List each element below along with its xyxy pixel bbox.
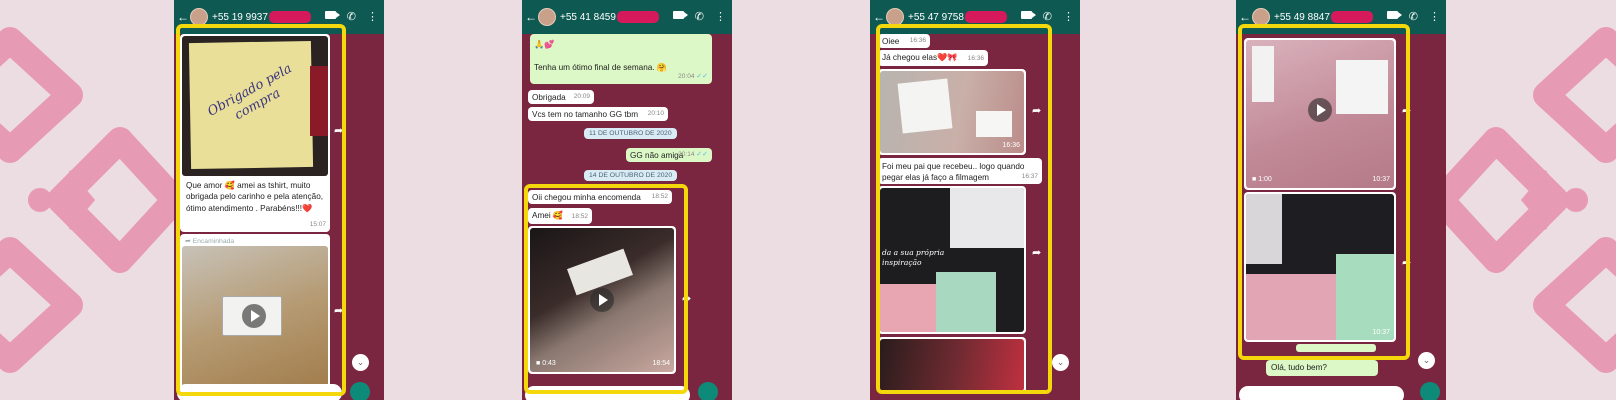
back-arrow-icon[interactable]: ← [176, 10, 190, 24]
video-call-icon[interactable] [1020, 11, 1036, 19]
mic-button[interactable] [350, 382, 370, 400]
back-arrow-icon[interactable]: ← [524, 10, 538, 24]
outgoing-message[interactable]: GG não amiga 20:14 ✓✓ [626, 148, 712, 162]
scroll-down-button[interactable]: ⌄ [1418, 352, 1435, 369]
date-separator: 11 DE OUTUBRO DE 2020 [584, 128, 677, 139]
highlight-frame [176, 24, 346, 396]
more-options-icon[interactable]: ⋮ [1429, 10, 1440, 23]
more-options-icon[interactable]: ⋮ [367, 10, 378, 23]
redaction-mark [616, 11, 659, 23]
chat-screenshot-4: ← +55 49 8847 ✆ ⋮ ■ 1:00 10:37 10:37 Olá… [1236, 0, 1446, 400]
video-call-icon[interactable] [1386, 11, 1402, 19]
highlight-frame [1238, 24, 1410, 360]
phone-call-icon[interactable]: ✆ [695, 10, 704, 23]
chat-header: ← +55 41 8459 ✆ ⋮ [522, 0, 732, 34]
message-time: 20:04 ✓✓ [678, 73, 708, 81]
message-time: 20:09 [573, 93, 590, 101]
contact-number[interactable]: +55 47 9758 [908, 12, 964, 23]
avatar[interactable] [538, 8, 556, 26]
message-text: Olá, tudo bem? [1271, 363, 1327, 372]
highlight-frame [524, 184, 688, 394]
more-options-icon[interactable]: ⋮ [715, 10, 726, 23]
chat-screenshot-1: ← +55 19 9937 ✆ ⋮ Obrigado pela compra Q… [174, 0, 384, 400]
message-time: 20:10 [647, 110, 664, 118]
message-text: Obrigada [532, 93, 566, 102]
back-arrow-icon[interactable]: ← [1238, 10, 1252, 24]
decorative-flower-right [1436, 0, 1616, 400]
incoming-message[interactable]: Obrigada 20:09 [528, 90, 594, 104]
phone-call-icon[interactable]: ✆ [1409, 10, 1418, 23]
message-text: Vcs tem no tamanho GG tbm [532, 110, 639, 119]
contact-number[interactable]: +55 49 8847 [1274, 12, 1330, 23]
incoming-message[interactable]: Vcs tem no tamanho GG tbm 20:10 [528, 107, 668, 121]
chat-screenshot-2: ← +55 41 8459 ✆ ⋮ 🙏💕 Tenha um ótimo fina… [522, 0, 732, 400]
outgoing-message[interactable]: 🙏💕 Tenha um ótimo final de semana. 🤗 20:… [530, 34, 712, 84]
outgoing-message[interactable]: Olá, tudo bem? [1266, 360, 1378, 376]
contact-number[interactable]: +55 41 8459 [560, 12, 616, 23]
back-arrow-icon[interactable]: ← [872, 10, 886, 24]
highlight-frame [876, 24, 1052, 394]
message-text: GG não amiga [630, 151, 684, 160]
video-call-icon[interactable] [324, 11, 340, 19]
redaction-mark [268, 11, 311, 23]
message-input[interactable] [1239, 386, 1404, 400]
phone-call-icon[interactable]: ✆ [347, 10, 356, 23]
chat-screenshot-3: ← +55 47 9758 ✆ ⋮ Oiee 16:36 Já chegou e… [870, 0, 1080, 400]
decorative-flower-left [0, 0, 180, 400]
scroll-down-button[interactable]: ⌄ [352, 354, 369, 371]
scroll-down-button[interactable]: ⌄ [1052, 354, 1069, 371]
redaction-mark [964, 11, 1007, 23]
mic-button[interactable] [698, 382, 718, 400]
emoji-line: 🙏💕 [534, 40, 555, 49]
mic-button[interactable] [1420, 382, 1440, 400]
redaction-mark [1330, 11, 1373, 23]
phone-call-icon[interactable]: ✆ [1043, 10, 1052, 23]
more-options-icon[interactable]: ⋮ [1063, 10, 1074, 23]
contact-number[interactable]: +55 19 9937 [212, 12, 268, 23]
video-call-icon[interactable] [672, 11, 688, 19]
date-separator: 14 DE OUTUBRO DE 2020 [584, 170, 678, 181]
message-time: 20:14 ✓✓ [678, 151, 708, 159]
